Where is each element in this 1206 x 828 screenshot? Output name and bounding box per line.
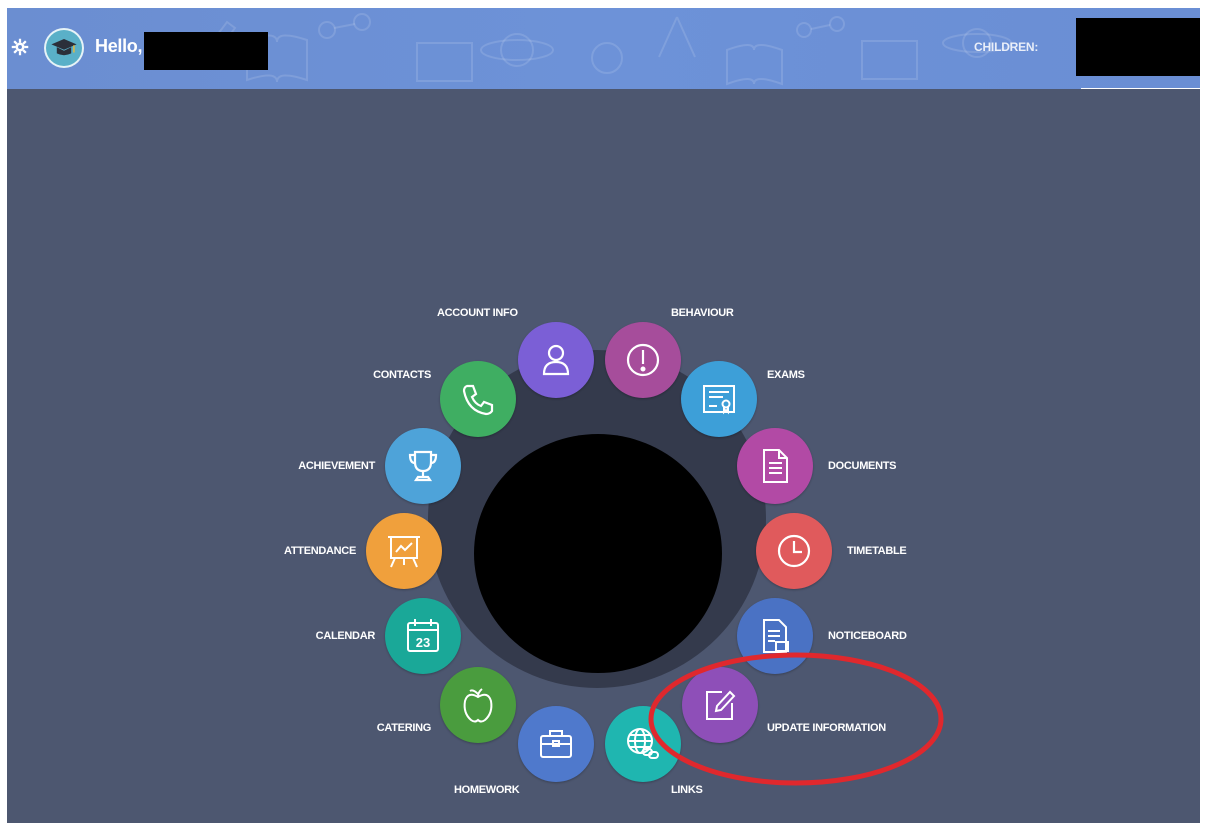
- calendar-icon: 23: [407, 619, 439, 652]
- behaviour-button[interactable]: [605, 322, 681, 398]
- certificate-icon: [703, 385, 735, 415]
- apple-icon: [463, 688, 493, 723]
- links-label[interactable]: LINKS: [671, 784, 703, 796]
- calendar-button[interactable]: 23: [385, 598, 461, 674]
- homework-label[interactable]: HOMEWORK: [454, 784, 520, 796]
- avatar[interactable]: [44, 28, 84, 68]
- formula-doodle-icon: [861, 40, 918, 80]
- molecule-doodle-icon: [318, 13, 371, 39]
- planet-doodle-icon: [480, 33, 554, 67]
- child-selector-underline: [1081, 88, 1200, 89]
- homework-button[interactable]: [518, 706, 594, 782]
- greeting-text: Hello,: [95, 36, 143, 56]
- documents-button[interactable]: [737, 428, 813, 504]
- child-selector[interactable]: [1076, 18, 1200, 76]
- noticeboard-label[interactable]: NOTICEBOARD: [828, 630, 907, 642]
- catering-button[interactable]: [440, 667, 516, 743]
- timetable-label[interactable]: TIMETABLE: [847, 545, 907, 557]
- graduation-cap-icon: [51, 39, 77, 56]
- edit-icon: [706, 690, 736, 720]
- calendar-day-text: 23: [416, 635, 430, 650]
- children-label: CHILDREN:: [974, 40, 1039, 54]
- formula-doodle-icon: [416, 42, 473, 82]
- links-button[interactable]: [605, 706, 681, 782]
- center-profile-redacted: [474, 434, 722, 673]
- notice-icon: [763, 619, 789, 653]
- app-frame: Hello, CHILDREN: ACCOUNT INFO BEHAVIOUR …: [7, 8, 1200, 823]
- molecule-doodle-icon: [796, 16, 845, 38]
- behaviour-label[interactable]: BEHAVIOUR: [671, 307, 734, 319]
- briefcase-icon: [540, 730, 572, 758]
- account-info-label[interactable]: ACCOUNT INFO: [437, 307, 518, 319]
- gear-icon[interactable]: [11, 38, 29, 56]
- account-info-button[interactable]: [518, 322, 594, 398]
- contacts-label[interactable]: CONTACTS: [367, 369, 431, 381]
- achievement-label[interactable]: ACHIEVEMENT: [277, 460, 375, 472]
- contacts-button[interactable]: [440, 361, 516, 437]
- book-doodle-icon: [726, 44, 783, 86]
- compass-doodle-icon: [658, 16, 696, 58]
- user-name-redacted: [144, 32, 268, 70]
- user-icon: [542, 344, 570, 376]
- attendance-label[interactable]: ATTENDANCE: [267, 545, 356, 557]
- achievement-button[interactable]: [385, 428, 461, 504]
- attendance-button[interactable]: [366, 513, 442, 589]
- noticeboard-button[interactable]: [737, 598, 813, 674]
- clock-icon: [777, 534, 811, 568]
- documents-label[interactable]: DOCUMENTS: [828, 460, 897, 472]
- globe-link-icon: [627, 728, 659, 759]
- exams-label[interactable]: EXAMS: [767, 369, 805, 381]
- phone-icon: [462, 384, 494, 416]
- presentation-icon: [388, 536, 420, 568]
- catering-label[interactable]: CATERING: [357, 722, 432, 734]
- trophy-icon: [408, 450, 438, 482]
- document-icon: [763, 449, 788, 483]
- update-information-button[interactable]: [682, 667, 758, 743]
- top-bar: Hello, CHILDREN:: [7, 8, 1200, 89]
- lightbulb-doodle-icon: [591, 42, 623, 74]
- calendar-label[interactable]: CALENDAR: [297, 630, 376, 642]
- timetable-button[interactable]: [756, 513, 832, 589]
- exams-button[interactable]: [681, 361, 757, 437]
- exclamation-icon: [626, 343, 660, 377]
- update-information-label[interactable]: UPDATE INFORMATION: [767, 722, 886, 734]
